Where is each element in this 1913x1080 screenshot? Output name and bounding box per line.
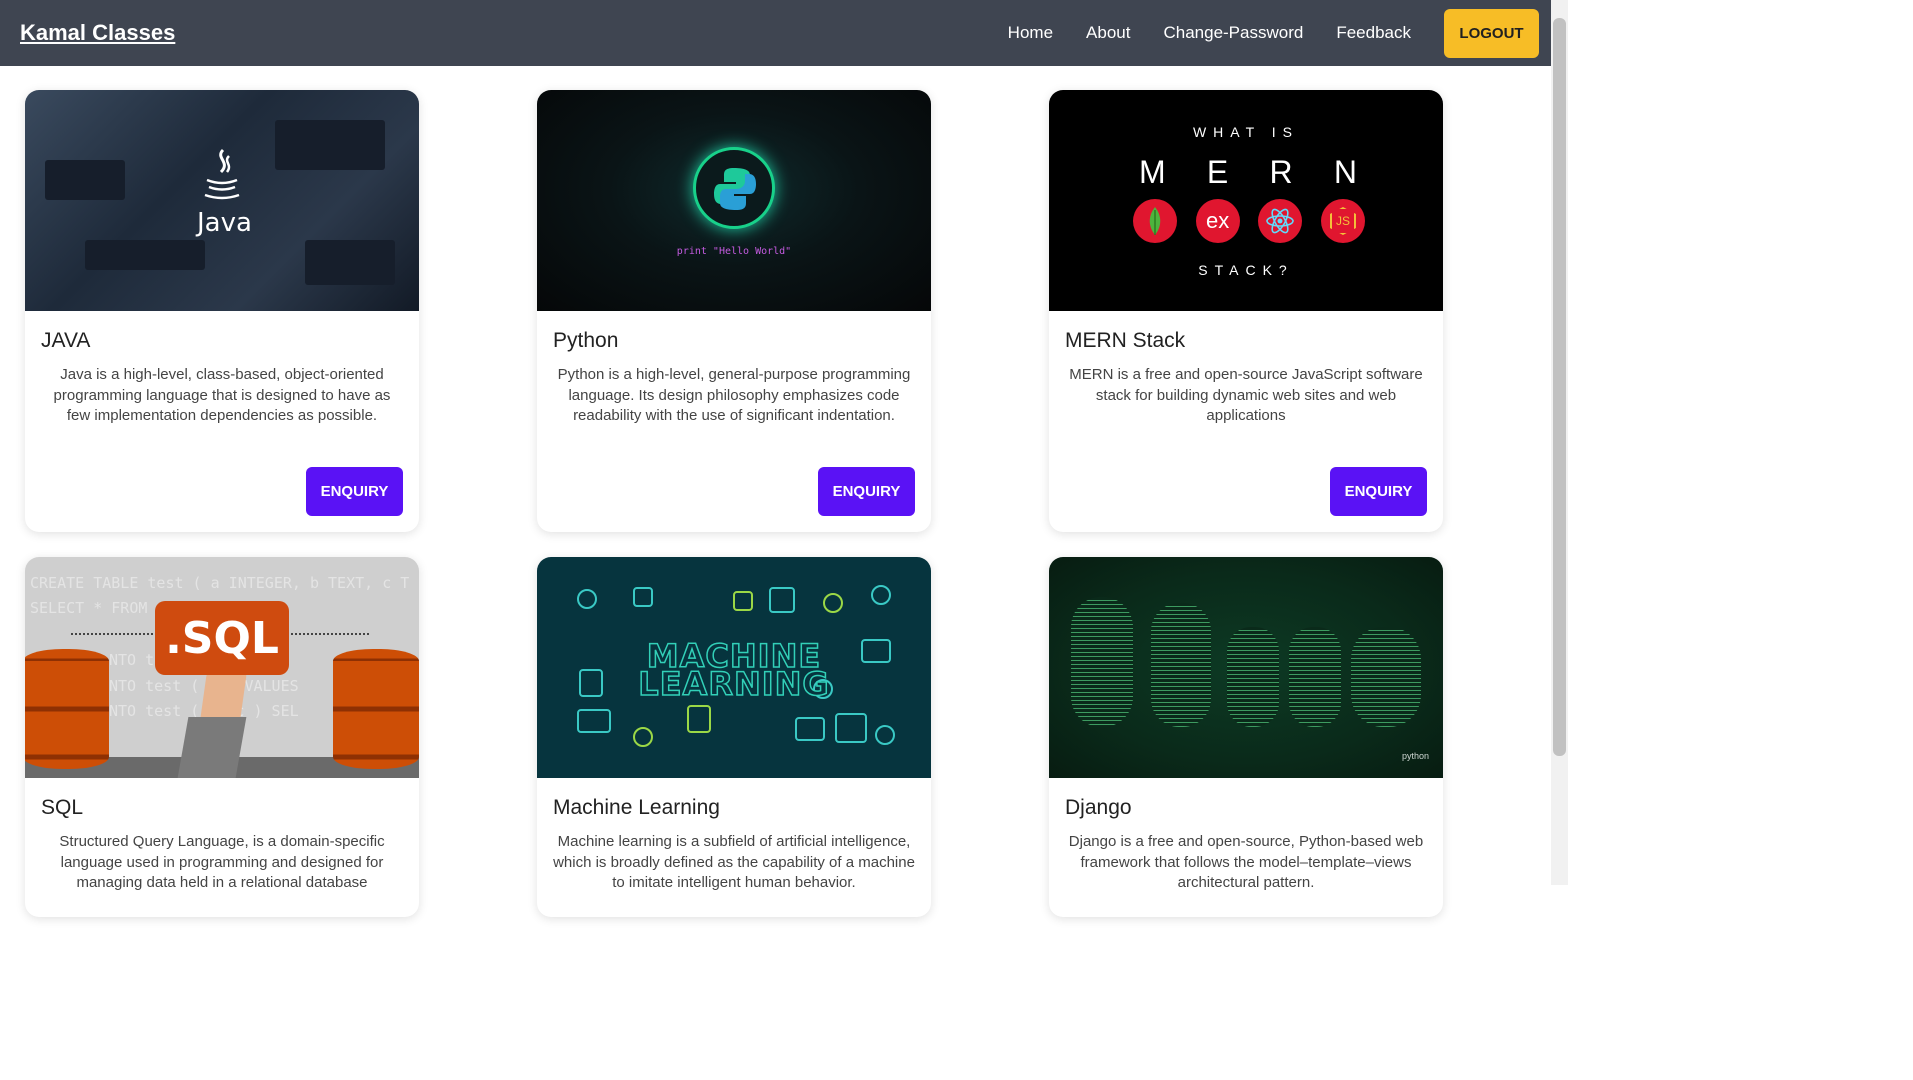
- card-title: Python: [553, 329, 619, 352]
- card-title: Django: [1065, 796, 1132, 819]
- scrollbar-thumb[interactable]: [1553, 18, 1566, 756]
- navbar: Kamal Classes Home About Change-Password…: [0, 0, 1551, 66]
- mern-course-image: WHAT IS M E R N ex JS STACK?: [1049, 90, 1443, 311]
- card-description: Java is a high-level, class-based, objec…: [53, 366, 391, 424]
- sql-code-line: CREATE TABLE test ( a INTEGER, b TEXT, c…: [30, 574, 410, 592]
- card-body: MERN Stack MERN is a free and open-sourc…: [1049, 311, 1443, 516]
- machine-learning-course-image: MACHINE LEARNING: [537, 557, 931, 778]
- nav-about-link[interactable]: About: [1086, 23, 1130, 43]
- page-scrollbar[interactable]: [1551, 0, 1568, 885]
- django-course-image: python: [1049, 557, 1443, 778]
- card-body: SQL Structured Query Language, is a doma…: [25, 778, 419, 917]
- python-logo-icon: [714, 168, 756, 210]
- mongodb-leaf-icon: [1133, 199, 1177, 243]
- enquiry-button-java[interactable]: ENQUIRY: [306, 467, 403, 516]
- course-card-mern: WHAT IS M E R N ex JS STACK? MERN Stack …: [1049, 90, 1443, 532]
- card-title: Machine Learning: [553, 796, 720, 819]
- java-logo-text: Java: [197, 208, 252, 238]
- sql-badge: .SQL: [155, 601, 289, 675]
- card-body: Python Python is a high-level, general-p…: [537, 311, 931, 516]
- nav-links: Home About Change-Password Feedback LOGO…: [1008, 0, 1551, 66]
- course-card-python: print "Hello World" Python Python is a h…: [537, 90, 931, 532]
- card-title: MERN Stack: [1065, 329, 1186, 352]
- card-body: Machine Learning Machine learning is a s…: [537, 778, 931, 917]
- mern-heading-top: WHAT IS: [1192, 124, 1300, 140]
- mern-icons: ex JS: [1133, 199, 1365, 243]
- java-course-image: Java: [25, 90, 419, 311]
- card-title: SQL: [41, 796, 84, 819]
- nav-home-link[interactable]: Home: [1008, 23, 1053, 43]
- nav-feedback-link[interactable]: Feedback: [1336, 23, 1411, 43]
- database-drum-icon: [25, 649, 109, 769]
- react-atom-icon: [1258, 199, 1303, 243]
- database-drum-icon: [333, 649, 419, 769]
- card-body: JAVA Java is a high-level, class-based, …: [25, 311, 419, 516]
- course-card-machine-learning: MACHINE LEARNING Machine Learning Machin…: [537, 557, 931, 917]
- mern-heading-bottom: STACK?: [1198, 262, 1294, 278]
- card-body: Django Django is a free and open-source,…: [1049, 778, 1443, 917]
- mern-letters: M E R N: [1139, 154, 1357, 191]
- python-watermark: python: [1401, 751, 1429, 761]
- nav-change-password-link[interactable]: Change-Password: [1163, 23, 1303, 43]
- sql-course-image: CREATE TABLE test ( a INTEGER, b TEXT, c…: [25, 557, 419, 778]
- python-caption: print "Hello World": [676, 246, 792, 257]
- mern-letter: M: [1139, 154, 1166, 190]
- logout-button[interactable]: LOGOUT: [1444, 8, 1539, 58]
- ml-title-line: LEARNING: [638, 664, 830, 704]
- mern-letter: N: [1333, 154, 1357, 190]
- course-card-django: python Django Django is a free and open-…: [1049, 557, 1443, 917]
- nodejs-js-icon: JS: [1320, 199, 1365, 243]
- course-card-java: Java JAVA Java is a high-level, class-ba…: [25, 90, 419, 532]
- card-description: MERN is a free and open-source JavaScrip…: [1069, 366, 1423, 424]
- card-description: Machine learning is a subfield of artifi…: [553, 833, 915, 891]
- java-cup-icon: [204, 148, 240, 200]
- enquiry-button-python[interactable]: ENQUIRY: [818, 467, 915, 516]
- python-course-image: print "Hello World": [537, 90, 931, 311]
- course-card-sql: CREATE TABLE test ( a INTEGER, b TEXT, c…: [25, 557, 419, 917]
- card-description: Django is a free and open-source, Python…: [1068, 833, 1424, 891]
- card-description: Structured Query Language, is a domain-s…: [59, 833, 385, 891]
- brand-link[interactable]: Kamal Classes: [20, 20, 175, 46]
- express-ex-icon: ex: [1195, 199, 1240, 243]
- card-title: JAVA: [41, 329, 91, 352]
- python-logo-ring: [693, 147, 775, 229]
- sql-code-line: NTO t: [109, 651, 155, 669]
- card-description: Python is a high-level, general-purpose …: [557, 366, 911, 424]
- sql-code-line: SELECT * FROM: [30, 599, 148, 617]
- enquiry-button-mern[interactable]: ENQUIRY: [1330, 467, 1427, 516]
- mern-letter: E: [1206, 154, 1229, 190]
- mern-letter: R: [1269, 154, 1293, 190]
